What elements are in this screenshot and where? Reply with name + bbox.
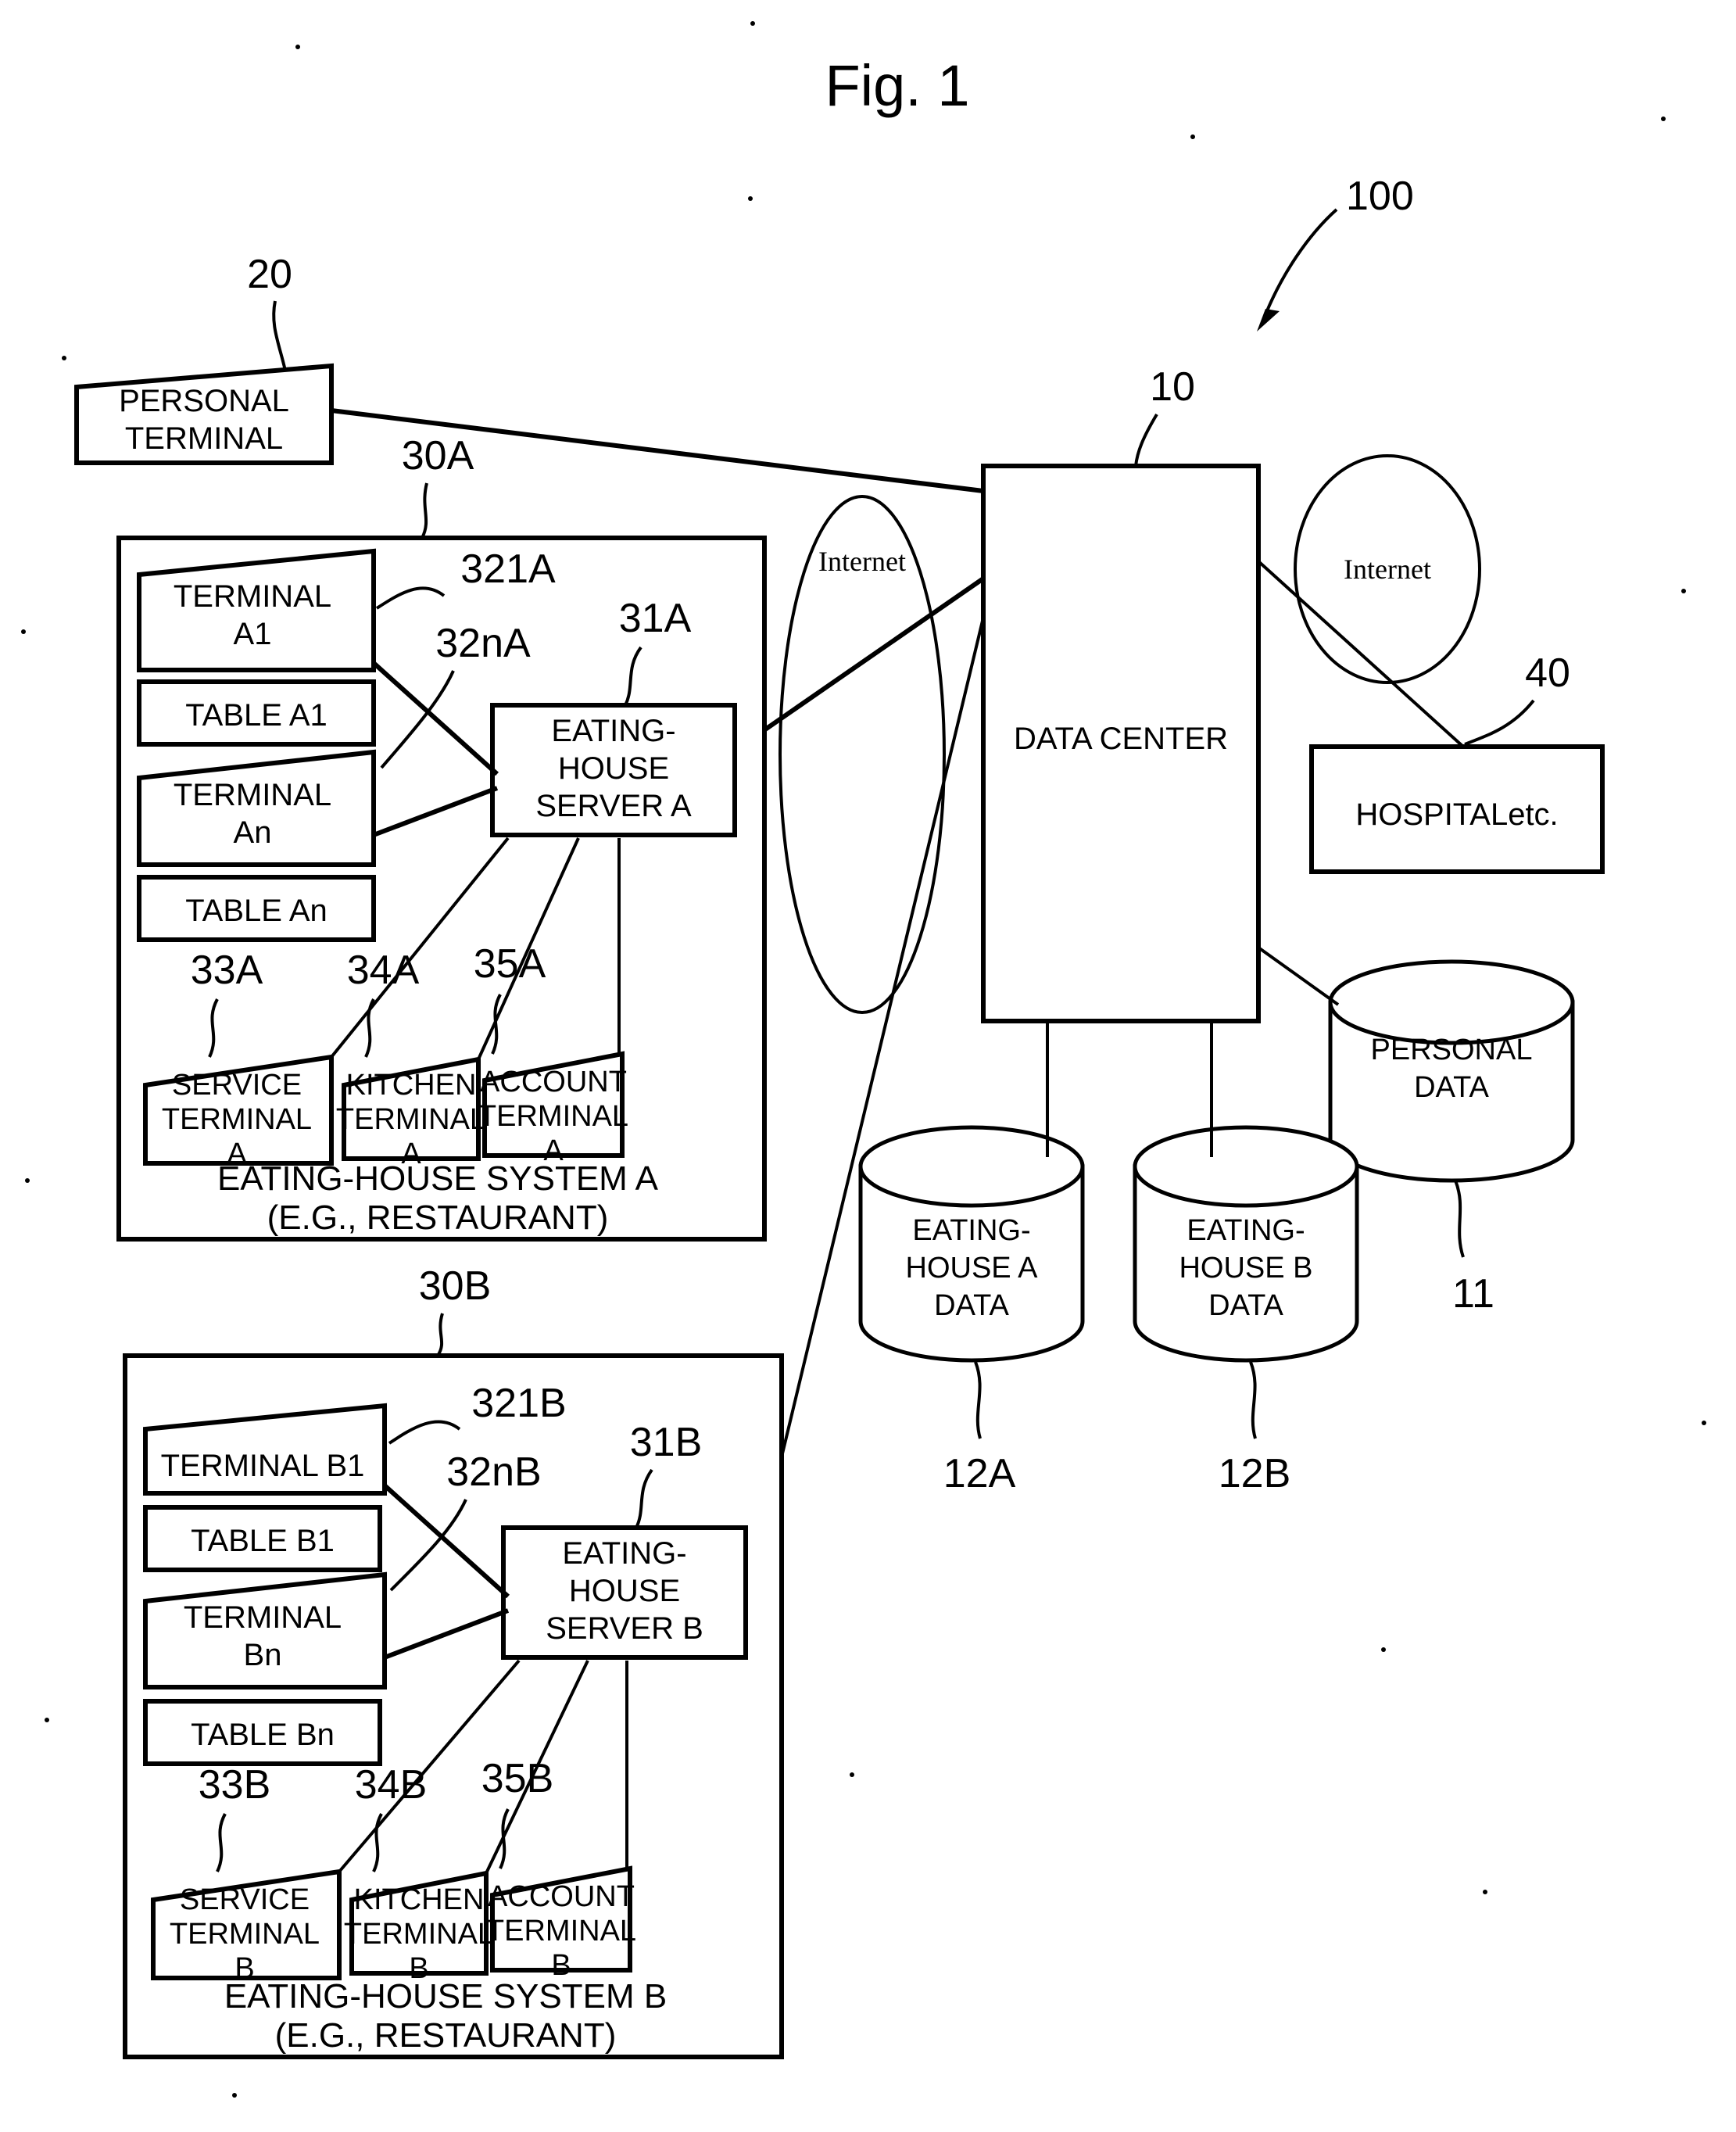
eating-house-a-data-line1: EATING-	[912, 1214, 1030, 1247]
service-terminal-a-line1: SERVICE	[172, 1069, 302, 1102]
ref-321B-label: 321B	[471, 1381, 566, 1426]
ref-12B-leader	[1249, 1361, 1257, 1439]
eating-house-a-data-line3: DATA	[934, 1289, 1009, 1322]
ref-32nA-label: 32nA	[435, 621, 531, 666]
ref-31B-label: 31B	[630, 1420, 703, 1465]
ref-12A-label: 12A	[943, 1451, 1016, 1496]
link-server-a-to-data-center	[733, 576, 985, 753]
page-title: Fig. 1	[825, 53, 969, 118]
system-b-caption-line2: (E.G., RESTAURANT)	[275, 2016, 617, 2055]
ref-30B-label: 30B	[419, 1263, 492, 1309]
table-b1-label: TABLE B1	[191, 1524, 335, 1558]
ref-12A-leader	[974, 1361, 982, 1439]
ref-100-label: 100	[1346, 174, 1414, 219]
ref-32nB-label: 32nB	[446, 1449, 541, 1495]
ref-12B-label: 12B	[1219, 1451, 1291, 1496]
eating-house-b-data-line1: EATING-	[1187, 1214, 1305, 1247]
ref-20-label: 20	[247, 252, 292, 297]
eating-house-b-data-cylinder-top	[1133, 1125, 1359, 1208]
kitchen-terminal-a-line1: KITCHEN	[346, 1069, 477, 1102]
link-data-center-to-personal-data	[1257, 946, 1340, 1006]
terminal-an-line1: TERMINAL	[174, 778, 331, 812]
ref-10-leader	[1134, 413, 1158, 467]
internet-left-label: Internet	[818, 546, 906, 577]
terminal-bn-line1: TERMINAL	[184, 1600, 342, 1635]
data-center-label: DATA CENTER	[1014, 722, 1228, 756]
account-terminal-b-line2: TERMINAL	[486, 1915, 636, 1947]
system-a-caption-line1: EATING-HOUSE SYSTEM A	[217, 1159, 659, 1198]
server-b-line3: SERVER B	[546, 1611, 703, 1646]
terminal-bn-line2: Bn	[244, 1638, 282, 1672]
service-terminal-a-line2: TERMINAL	[162, 1103, 312, 1136]
kitchen-terminal-a-line2: TERMINAL	[336, 1103, 486, 1136]
server-a-line2: HOUSE	[558, 751, 669, 786]
system-b-caption-line1: EATING-HOUSE SYSTEM B	[224, 1977, 667, 2016]
link-data-center-to-hospital	[1257, 560, 1465, 748]
account-terminal-b-line1: ACCOUNT	[488, 1880, 635, 1913]
ref-33A-label: 33A	[191, 948, 263, 993]
table-an-label: TABLE An	[185, 894, 328, 928]
ref-100-leader	[1265, 208, 1338, 314]
terminal-a1-line1: TERMINAL	[174, 579, 331, 614]
terminal-b1-label: TERMINAL B1	[161, 1449, 365, 1483]
system-a-caption-line2: (E.G., RESTAURANT)	[267, 1199, 609, 1237]
eating-house-b-data-line2: HOUSE B	[1179, 1252, 1312, 1285]
account-terminal-a-line1: ACCOUNT	[480, 1066, 627, 1098]
personal-terminal-label-line1: PERSONAL	[119, 384, 289, 418]
server-a-line3: SERVER A	[535, 789, 692, 823]
service-terminal-b-line2: TERMINAL	[170, 1918, 320, 1951]
figure-canvas: Fig. 1 100 20 PERSONAL TERMINAL Internet…	[21, 21, 1706, 2098]
hospital-label: HOSPITALetc.	[1355, 797, 1558, 832]
internet-right-label: Internet	[1344, 554, 1431, 585]
server-b-line2: HOUSE	[569, 1574, 680, 1608]
kitchen-terminal-b-line1: KITCHEN	[354, 1883, 485, 1916]
ref-33B-label: 33B	[199, 1762, 271, 1808]
ref-34B-label: 34B	[355, 1762, 428, 1808]
ref-40-leader	[1464, 699, 1535, 746]
personal-data-cylinder-top	[1328, 959, 1575, 1045]
personal-data-label-line2: DATA	[1414, 1071, 1489, 1104]
ref-34A-label: 34A	[347, 948, 420, 993]
table-bn-label: TABLE Bn	[191, 1718, 335, 1752]
account-terminal-a-line2: TERMINAL	[478, 1100, 628, 1133]
ref-30B-leader	[436, 1313, 444, 1357]
ref-10-label: 10	[1150, 364, 1195, 410]
kitchen-terminal-b-line2: TERMINAL	[344, 1918, 494, 1951]
ref-35A-label: 35A	[474, 941, 546, 987]
personal-data-label-line1: PERSONAL	[1371, 1034, 1533, 1066]
terminal-an-line2: An	[234, 815, 272, 850]
ref-31A-label: 31A	[619, 596, 692, 641]
ref-30A-label: 30A	[402, 433, 474, 478]
eating-house-a-data-cylinder-top	[858, 1125, 1085, 1208]
table-a1-label: TABLE A1	[185, 698, 328, 733]
ref-30A-leader	[421, 482, 428, 539]
terminal-a1-line2: A1	[234, 617, 272, 651]
ref-11-leader	[1454, 1180, 1465, 1258]
ref-100-arrowhead	[1257, 309, 1280, 331]
server-a-line1: EATING-	[551, 714, 675, 748]
ref-35B-label: 35B	[481, 1756, 554, 1801]
server-b-line1: EATING-	[562, 1536, 686, 1571]
eating-house-b-data-line3: DATA	[1208, 1289, 1283, 1322]
ref-321A-label: 321A	[460, 546, 556, 592]
ref-11-label: 11	[1452, 1271, 1494, 1317]
eating-house-a-data-line2: HOUSE A	[906, 1252, 1039, 1285]
ref-40-label: 40	[1525, 650, 1570, 696]
personal-terminal-label-line2: TERMINAL	[125, 421, 283, 456]
service-terminal-b-line1: SERVICE	[180, 1883, 310, 1916]
